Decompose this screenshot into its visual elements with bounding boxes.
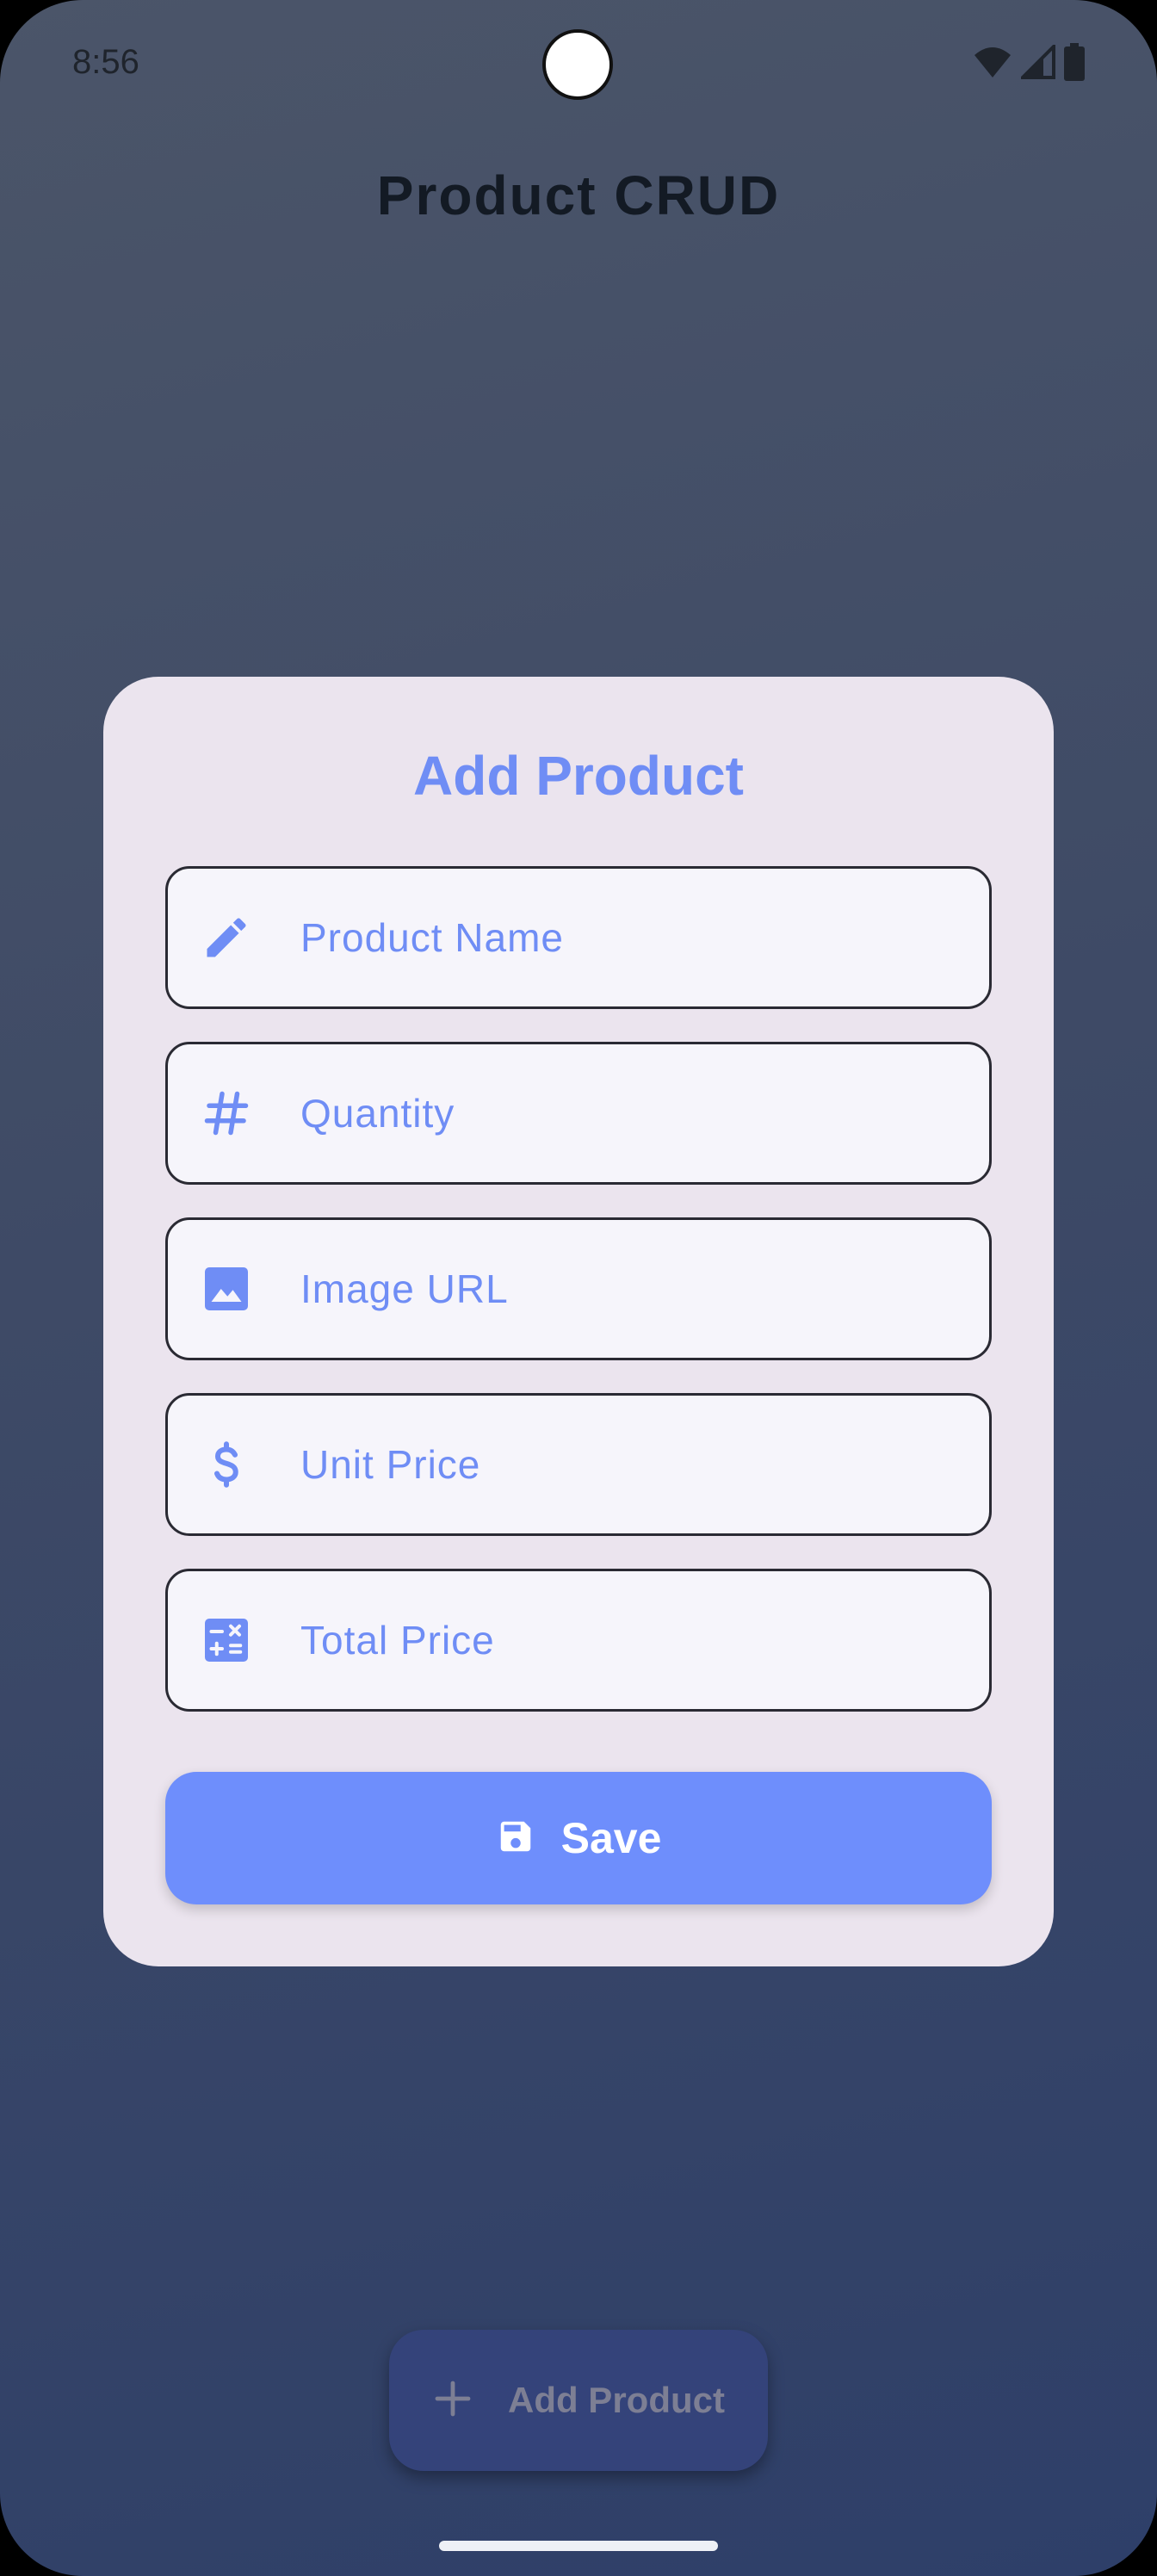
unit-price-field[interactable]: Unit Price xyxy=(165,1393,992,1536)
save-button-label: Save xyxy=(560,1814,662,1862)
app-title: Product CRUD xyxy=(376,164,781,226)
wifi-icon xyxy=(973,45,1012,79)
calculator-icon xyxy=(199,1613,254,1668)
status-time: 8:56 xyxy=(72,43,139,81)
hash-icon xyxy=(199,1086,254,1141)
image-url-field[interactable]: Image URL xyxy=(165,1217,992,1360)
dollar-icon xyxy=(199,1437,254,1492)
status-icons xyxy=(973,43,1085,81)
phone-screen: 8:56 Product CRUD Add Product Product Na… xyxy=(0,0,1157,2576)
pencil-icon xyxy=(199,910,254,965)
quantity-placeholder: Quantity xyxy=(300,1091,455,1136)
image-icon xyxy=(199,1261,254,1316)
product-name-field[interactable]: Product Name xyxy=(165,866,992,1009)
unit-price-placeholder: Unit Price xyxy=(300,1442,481,1487)
add-product-fab-label: Add Product xyxy=(508,2380,725,2420)
camera-cutout xyxy=(542,29,613,100)
total-price-placeholder: Total Price xyxy=(300,1618,495,1663)
save-button[interactable]: Save xyxy=(165,1772,992,1904)
quantity-field[interactable]: Quantity xyxy=(165,1042,992,1185)
save-icon xyxy=(496,1817,535,1861)
add-product-fab[interactable]: Add Product xyxy=(389,2330,768,2471)
cellular-signal-icon xyxy=(1021,45,1055,79)
status-bar: 8:56 xyxy=(0,0,1157,129)
image-url-placeholder: Image URL xyxy=(300,1266,509,1311)
battery-icon xyxy=(1064,43,1085,81)
plus-icon xyxy=(432,2378,473,2424)
total-price-field[interactable]: Total Price xyxy=(165,1569,992,1712)
home-indicator[interactable] xyxy=(439,2541,718,2551)
dialog-title: Add Product xyxy=(413,745,744,807)
product-name-placeholder: Product Name xyxy=(300,915,565,960)
